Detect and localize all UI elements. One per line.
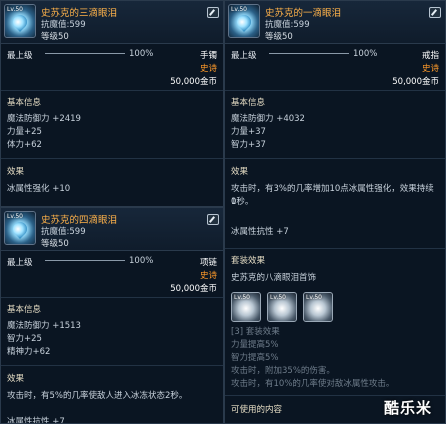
- price: 50,000金币: [392, 77, 439, 87]
- item-name: 史苏克的一滴眼泪: [265, 8, 342, 19]
- effect-title: 效果: [231, 167, 249, 177]
- effect-title: 效果: [7, 374, 25, 384]
- item-icon[interactable]: Lv.50: [228, 4, 260, 38]
- item-tooltip-bracelet: Lv.50 史苏克的三滴眼泪 抗魔值:599 等级50 最上级 100% 手镯 …: [0, 0, 224, 207]
- tooltip-header: Lv.50 史苏克的一滴眼泪 抗魔值:599 等级50: [225, 1, 445, 44]
- stat-line: 智力+37: [231, 140, 266, 150]
- item-name: 史苏克的四滴眼泪: [41, 215, 118, 226]
- item-tooltip-necklace: Lv.50 史苏克的四滴眼泪 抗魔值:599 等级50 最上级 100% 项链 …: [0, 207, 224, 424]
- price: 50,000金币: [170, 284, 217, 294]
- rarity: 史诗: [199, 271, 217, 281]
- set-line: 智力提高5%: [231, 353, 279, 363]
- set-line: 攻击时，附加35%的伤害。: [231, 366, 335, 376]
- base-info-title: 基本信息: [231, 98, 266, 108]
- stat-line: 力量+37: [231, 127, 266, 137]
- stat-line: 魔法防御力 +4032: [231, 114, 305, 124]
- set-item-level: Lv.50: [306, 294, 322, 301]
- effect-line: 冰属性抗性 +7: [231, 227, 289, 237]
- resist-value: 抗魔值:599: [265, 20, 310, 30]
- item-level: Lv.50: [7, 213, 23, 220]
- tooltip-header: Lv.50 史苏克的四滴眼泪 抗魔值:599 等级50: [1, 208, 223, 251]
- set-item-level: Lv.50: [234, 294, 250, 301]
- set-item-icon[interactable]: Lv.50: [231, 292, 261, 322]
- slot-type: 项链: [199, 258, 217, 268]
- edit-icon[interactable]: [207, 214, 219, 225]
- resist-value: 抗魔值:599: [41, 20, 86, 30]
- required-level: 等级50: [41, 32, 69, 42]
- stat-line: 体力+62: [7, 140, 42, 150]
- item-level: Lv.50: [231, 6, 247, 13]
- effect-line: 攻击时，有5%的几率使敌人进入冰冻状态2秒。: [7, 391, 188, 401]
- progress-text: 100%: [129, 49, 154, 59]
- divider: [225, 90, 445, 91]
- set-name: 史苏克的八滴眼泪首饰: [231, 273, 317, 283]
- divider: [225, 395, 445, 396]
- stat-line: 智力+25: [7, 334, 42, 344]
- price: 50,000金币: [170, 77, 217, 87]
- divider: [1, 90, 223, 91]
- set-line: [3] 套装效果: [231, 327, 280, 337]
- item-icon[interactable]: Lv.50: [4, 4, 36, 38]
- set-effect-title: 套装效果: [231, 256, 266, 266]
- watermark: 酷乐米: [383, 399, 432, 417]
- effect-title: 效果: [7, 167, 25, 177]
- grade-label: 最上级: [7, 51, 33, 61]
- effect-line: 0秒。: [231, 197, 254, 207]
- grade-row: 最上级 100% 戒指: [231, 49, 439, 61]
- set-item-level: Lv.50: [270, 294, 286, 301]
- item-level: Lv.50: [7, 6, 23, 13]
- divider: [1, 365, 223, 366]
- slot-type: 手镯: [199, 51, 217, 61]
- rarity: 史诗: [199, 64, 217, 74]
- required-level: 等级50: [265, 32, 293, 42]
- gem-icon: [10, 219, 30, 239]
- rarity: 史诗: [421, 64, 439, 74]
- grade-row: 最上级 100% 手镯: [7, 49, 217, 61]
- set-line: 攻击时，有10%的几率使对敌冰属性攻击。: [231, 379, 395, 389]
- progress-text: 100%: [129, 256, 154, 266]
- divider: [225, 158, 445, 159]
- divider: [1, 297, 223, 298]
- progress-bar: [45, 53, 125, 54]
- edit-icon[interactable]: [429, 7, 441, 18]
- edit-icon[interactable]: [207, 7, 219, 18]
- progress-bar: [45, 260, 125, 261]
- grade-label: 最上级: [7, 258, 33, 268]
- tooltip-header: Lv.50 史苏克的三滴眼泪 抗魔值:599 等级50: [1, 1, 223, 44]
- item-tooltip-ring: Lv.50 史苏克的一滴眼泪 抗魔值:599 等级50 最上级 100% 戒指 …: [224, 0, 446, 424]
- stat-line: 力量+25: [7, 127, 42, 137]
- gem-icon: [10, 12, 30, 32]
- item-icon[interactable]: Lv.50: [4, 211, 36, 245]
- stat-line: 精神力+62: [7, 347, 51, 357]
- grade-row: 最上级 100% 项链: [7, 256, 217, 268]
- set-line: 力量提高5%: [231, 340, 279, 350]
- effect-line: 冰属性强化 +10: [7, 184, 71, 194]
- divider: [1, 158, 223, 159]
- slot-type: 戒指: [421, 51, 439, 61]
- resist-value: 抗魔值:599: [41, 227, 86, 237]
- grade-label: 最上级: [231, 51, 257, 61]
- stat-line: 魔法防御力 +2419: [7, 114, 81, 124]
- divider: [225, 248, 445, 249]
- progress-text: 100%: [353, 49, 378, 59]
- required-level: 等级50: [41, 239, 69, 249]
- stat-line: 魔法防御力 +1513: [7, 321, 81, 331]
- usable-content-title: 可使用的内容: [231, 405, 283, 415]
- progress-bar: [269, 53, 349, 54]
- effect-line: 冰属性抗性 +7: [7, 417, 65, 424]
- base-info-title: 基本信息: [7, 305, 42, 315]
- gem-icon: [234, 12, 254, 32]
- item-name: 史苏克的三滴眼泪: [41, 8, 118, 19]
- base-info-title: 基本信息: [7, 98, 42, 108]
- set-item-icon[interactable]: Lv.50: [267, 292, 297, 322]
- set-item-icon[interactable]: Lv.50: [303, 292, 333, 322]
